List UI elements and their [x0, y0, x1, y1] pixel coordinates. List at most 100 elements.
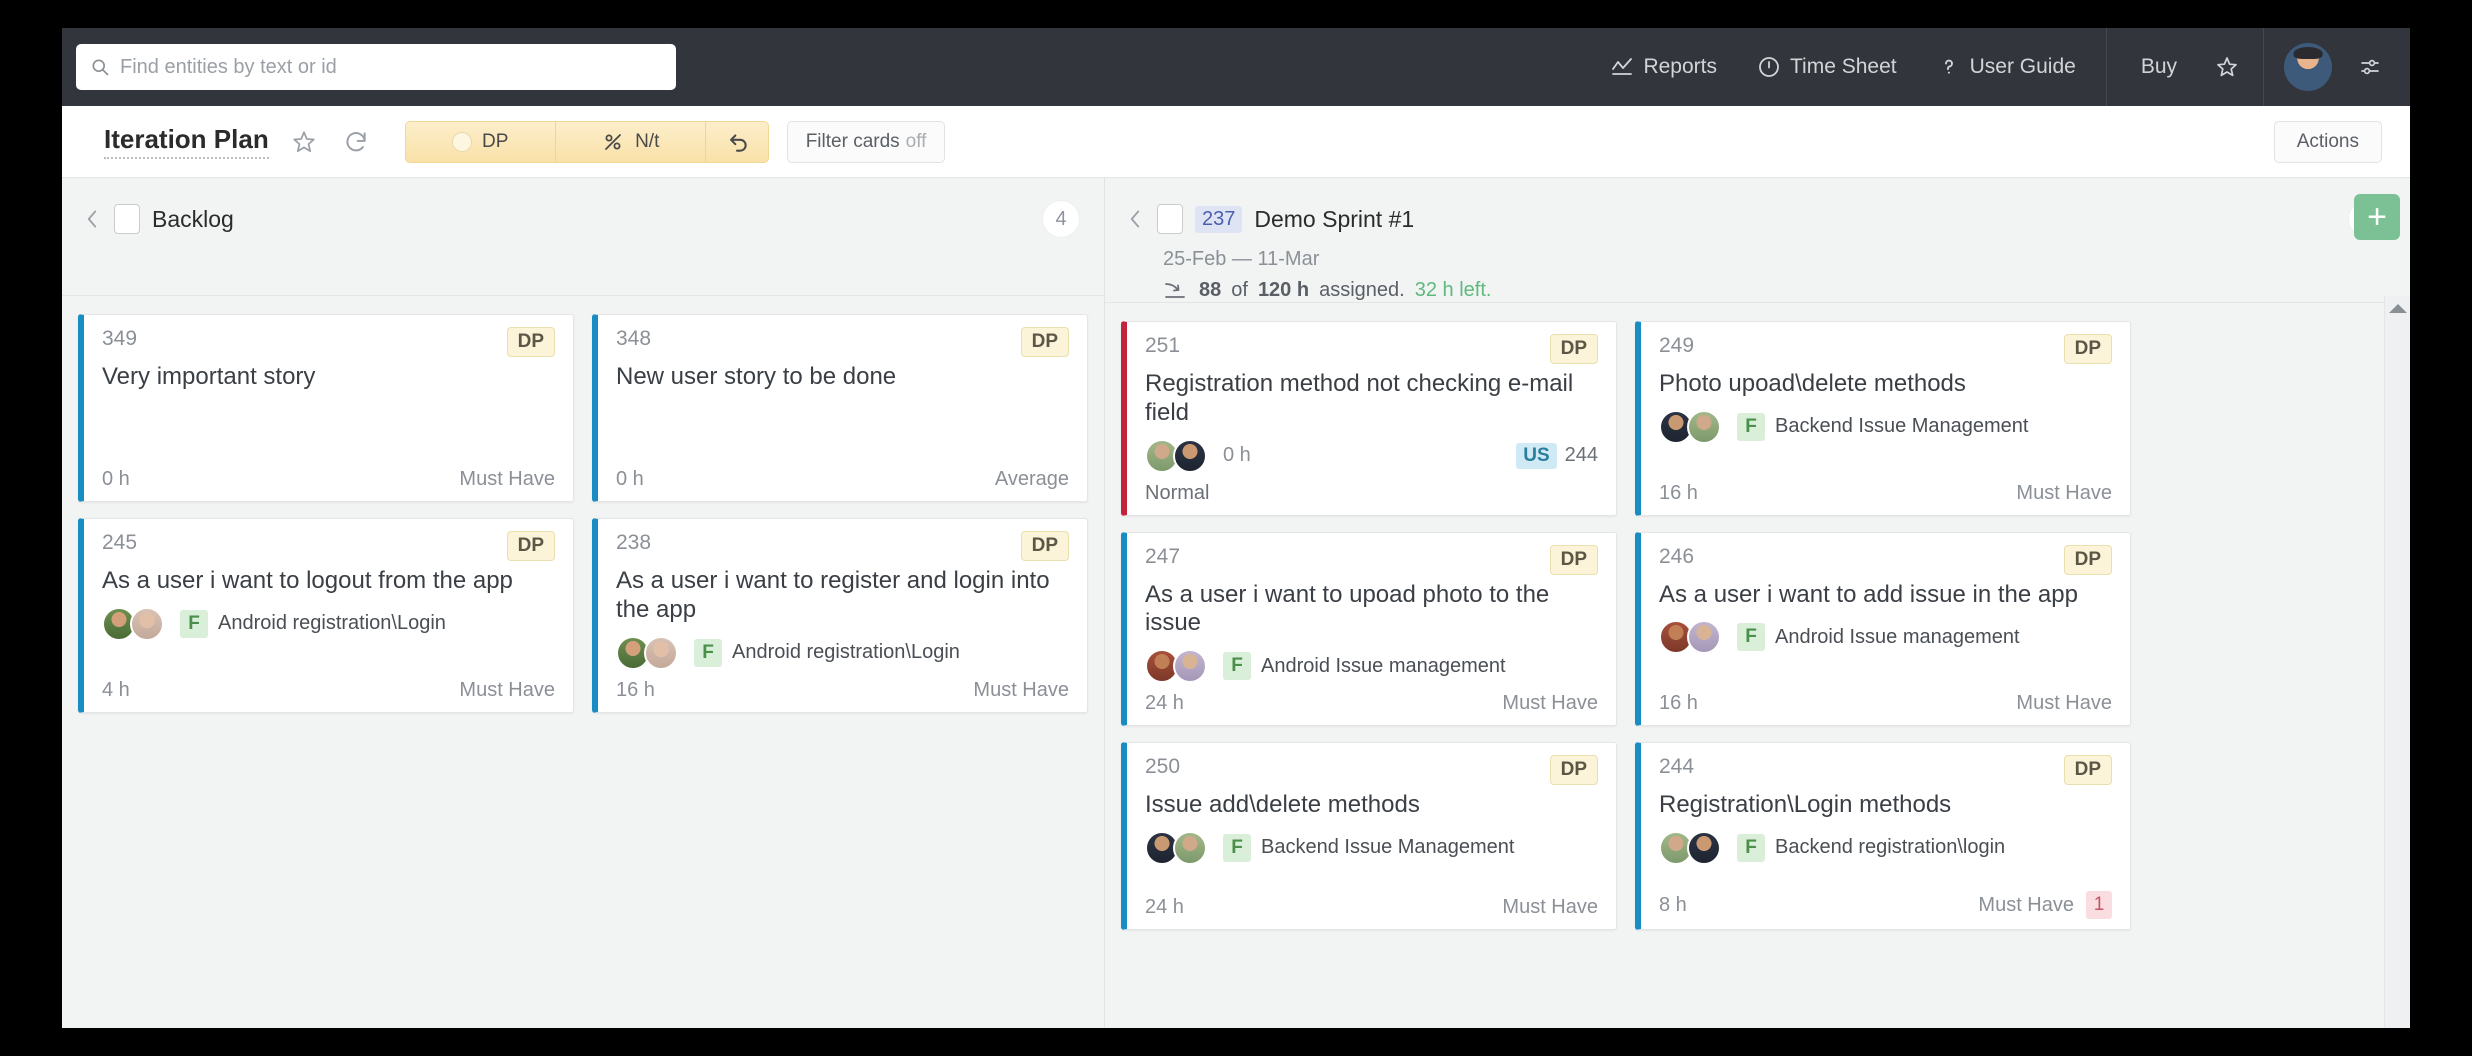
- card-feature-name[interactable]: Android registration\Login: [218, 612, 446, 635]
- app-window: Reports Time Sheet User Guide Buy: [62, 28, 2410, 1028]
- vertical-scrollbar[interactable]: [2384, 296, 2410, 1028]
- filter-cards-button[interactable]: Filter cards off: [786, 120, 946, 163]
- card-feature-name[interactable]: Android registration\Login: [732, 641, 960, 664]
- user-avatar[interactable]: [2284, 43, 2332, 91]
- card-feature-name[interactable]: Android Issue management: [1261, 655, 1506, 678]
- backlog-collapse-button[interactable]: [82, 206, 102, 232]
- favorite-board-button[interactable]: [287, 125, 321, 159]
- card-assignee-avatars[interactable]: [1659, 830, 1721, 865]
- card-project-badge[interactable]: DP: [1549, 755, 1598, 786]
- buy-button[interactable]: Buy: [2117, 28, 2201, 106]
- refresh-icon: [346, 131, 366, 151]
- card-assignee-avatars[interactable]: [1145, 649, 1207, 684]
- refresh-button[interactable]: [339, 125, 373, 159]
- avatar[interactable]: [130, 606, 164, 641]
- card-project-badge[interactable]: DP: [2063, 334, 2112, 364]
- star-icon: [2217, 57, 2237, 77]
- card-project-badge[interactable]: DP: [1020, 327, 1069, 357]
- board-card[interactable]: 244 DP Registration\Login methods F Backend …: [1635, 742, 2131, 931]
- sprint-select-checkbox[interactable]: [1157, 204, 1183, 234]
- card-meta-row: F Android Issue management: [1145, 648, 1598, 684]
- card-project-badge[interactable]: DP: [2063, 755, 2112, 786]
- add-card-button[interactable]: +: [2354, 194, 2400, 240]
- search-box[interactable]: [76, 44, 676, 90]
- backlog-card-list: 349 DP Very important story 0 h Must Have 348…: [62, 296, 1104, 1028]
- board-card[interactable]: 251 DP Registration method not checking e-…: [1121, 321, 1617, 516]
- avatar[interactable]: [644, 635, 678, 670]
- backlog-select-checkbox[interactable]: [114, 204, 140, 234]
- avatar[interactable]: [1687, 620, 1721, 655]
- card-project-badge[interactable]: DP: [1020, 531, 1069, 561]
- card-id: 247: [1145, 544, 1181, 568]
- nav-right-group: Reports Time Sheet User Guide Buy: [1590, 28, 2388, 106]
- board-card[interactable]: 247 DP As a user i want to upoad photo to …: [1121, 531, 1617, 727]
- card-project-badge[interactable]: DP: [1549, 334, 1598, 364]
- card-top-row: 250 DP: [1145, 755, 1598, 786]
- card-id: 244: [1659, 755, 1695, 779]
- card-title: Issue add\delete methods: [1145, 791, 1420, 819]
- card-assignee-avatars[interactable]: [1659, 620, 1721, 655]
- card-project-badge[interactable]: DP: [1549, 544, 1598, 575]
- settings-button[interactable]: [2350, 28, 2388, 106]
- card-assignee-avatars[interactable]: [1145, 830, 1207, 865]
- card-project-badge[interactable]: DP: [506, 531, 555, 561]
- chip-undo[interactable]: [705, 121, 768, 162]
- percent-slash-icon: [605, 133, 621, 150]
- card-meta-hours: 0 h: [1223, 444, 1251, 467]
- card-meta-row: F Android registration\Login: [616, 635, 1069, 671]
- card-id: 348: [616, 327, 652, 350]
- card-priority: Must Have: [459, 678, 555, 701]
- board-card[interactable]: 249 DP Photo upoad\delete methods F Backend …: [1635, 321, 2131, 516]
- board-card[interactable]: 246 DP As a user i want to add issue in th…: [1635, 531, 2131, 727]
- sprint-hours-of: of: [1231, 279, 1248, 301]
- card-meta-row: F Backend Issue Management: [1659, 409, 2112, 445]
- sprint-header-row: 237 Demo Sprint #1 6: [1125, 200, 2386, 238]
- board-card[interactable]: 349 DP Very important story 0 h Must Have: [78, 314, 574, 502]
- card-effort-hours: 8 h: [1659, 893, 1687, 916]
- card-assignee-avatars[interactable]: [1659, 409, 1721, 444]
- chip-dp[interactable]: DP: [405, 121, 556, 162]
- card-effort-hours: 16 h: [616, 678, 655, 701]
- board-card[interactable]: 250 DP Issue add\delete methods F Backend Is…: [1121, 742, 1617, 931]
- sprint-title: Demo Sprint #1: [1254, 205, 1415, 232]
- card-assignee-avatars[interactable]: [1145, 438, 1207, 473]
- card-id: 250: [1145, 755, 1181, 779]
- search-input[interactable]: [120, 55, 662, 79]
- card-title: As a user i want to upoad photo to the i…: [1145, 580, 1550, 637]
- sprint-pane: 237 Demo Sprint #1 6 25-Feb — 11-Mar 88 …: [1105, 178, 2410, 1028]
- avatar[interactable]: [1173, 438, 1207, 473]
- avatar[interactable]: [1687, 409, 1721, 444]
- nav-item-user-guide[interactable]: User Guide: [1917, 28, 2096, 106]
- card-feature-name[interactable]: Backend registration\login: [1775, 836, 2005, 859]
- card-feature-name[interactable]: Android Issue management: [1775, 626, 2020, 649]
- feature-tag-icon: F: [1737, 412, 1765, 441]
- card-effort-hours: 16 h: [1659, 692, 1698, 715]
- sprint-collapse-button[interactable]: [1125, 206, 1145, 232]
- board-card[interactable]: 238 DP As a user i want to register and lo…: [592, 518, 1088, 713]
- actions-button[interactable]: Actions: [2273, 120, 2382, 163]
- avatar[interactable]: [1173, 830, 1207, 865]
- sprint-id: 237: [1195, 205, 1243, 233]
- board-card[interactable]: 348 DP New user story to be done 0 h Average: [592, 314, 1088, 502]
- card-feature-name[interactable]: Backend Issue Management: [1261, 836, 1515, 859]
- card-project-badge[interactable]: DP: [2063, 544, 2112, 575]
- card-top-row: 349 DP: [102, 327, 555, 357]
- card-related-entity[interactable]: US 244: [1516, 442, 1598, 469]
- card-project-badge[interactable]: DP: [506, 327, 555, 357]
- card-footer-row: 0 h Average: [616, 460, 1069, 491]
- top-navigation-bar: Reports Time Sheet User Guide Buy: [62, 28, 2410, 106]
- card-assignee-avatars[interactable]: [102, 606, 164, 641]
- nav-divider-1: [2105, 28, 2107, 106]
- chip-nt[interactable]: N/t: [555, 121, 706, 162]
- favorite-button[interactable]: [2201, 28, 2253, 106]
- card-priority: Must Have: [1978, 893, 2074, 916]
- avatar[interactable]: [1687, 830, 1721, 865]
- card-assignee-avatars[interactable]: [616, 635, 678, 670]
- board-card[interactable]: 245 DP As a user i want to logout from the…: [78, 518, 574, 713]
- avatar[interactable]: [1173, 649, 1207, 684]
- card-bug-count-badge[interactable]: 1: [2086, 891, 2112, 920]
- card-feature-name[interactable]: Backend Issue Management: [1775, 415, 2029, 438]
- user-story-id: 244: [1564, 444, 1598, 467]
- nav-item-reports[interactable]: Reports: [1590, 28, 1737, 106]
- nav-item-time-sheet[interactable]: Time Sheet: [1737, 28, 1917, 106]
